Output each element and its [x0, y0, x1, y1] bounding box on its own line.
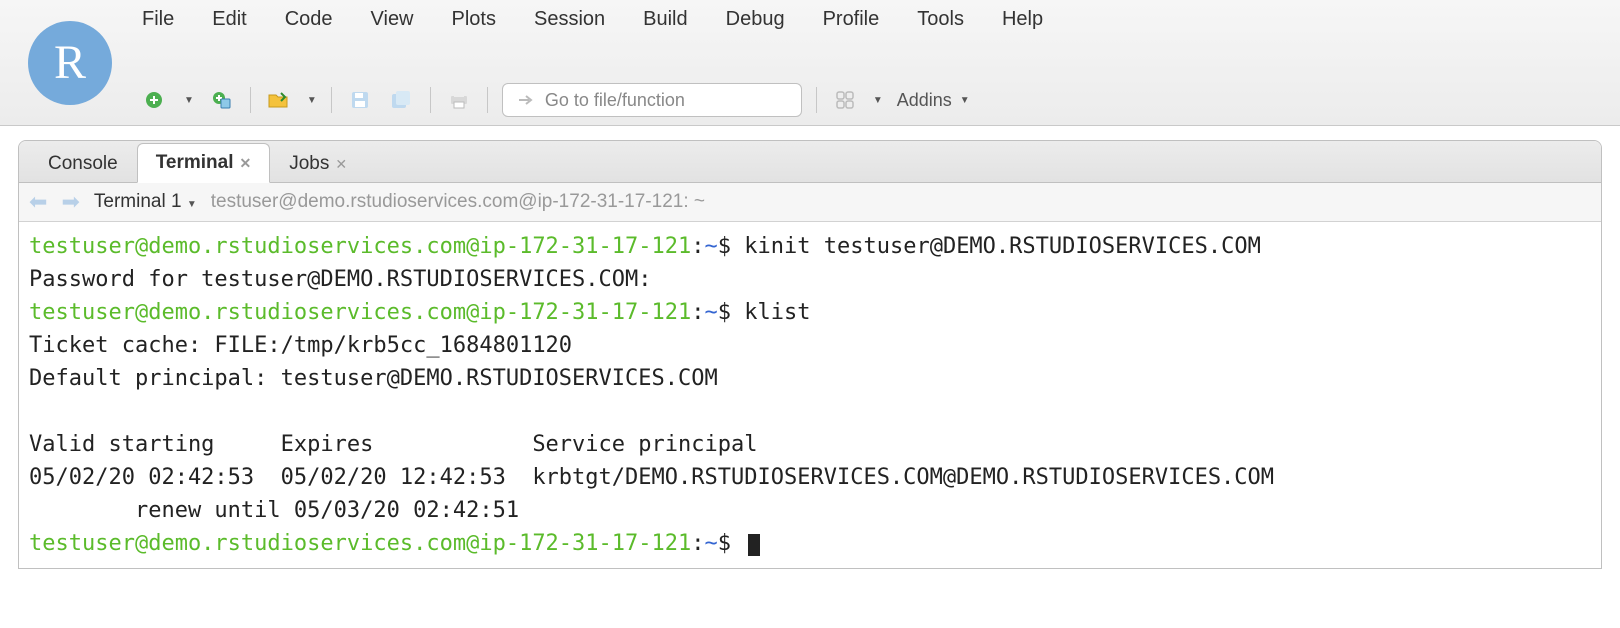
menu-view[interactable]: View [371, 8, 414, 31]
prompt-colon: : [691, 300, 704, 325]
terminal-cmd1: kinit testuser@DEMO.RSTUDIOSERVICES.COM [744, 234, 1261, 259]
menu-help[interactable]: Help [1002, 8, 1043, 31]
save-button[interactable] [346, 86, 374, 114]
grid-dropdown-icon[interactable]: ▼ [873, 95, 883, 106]
new-project-button[interactable] [208, 86, 236, 114]
menu-debug[interactable]: Debug [726, 8, 785, 31]
terminal-line5: Default principal: testuser@DEMO.RSTUDIO… [29, 366, 718, 391]
nav-forward-icon[interactable]: ➡ [61, 189, 79, 215]
chevron-down-icon: ▼ [187, 199, 197, 210]
close-icon[interactable]: ✕ [335, 156, 347, 173]
menu-build[interactable]: Build [643, 8, 687, 31]
toolbar-separator [250, 87, 251, 113]
terminal-output[interactable]: testuser@demo.rstudioservices.com@ip-172… [19, 222, 1601, 568]
goto-arrow-icon [517, 92, 535, 108]
tab-terminal-label: Terminal [156, 152, 234, 174]
terminal-line8: 05/02/20 02:42:53 05/02/20 12:42:53 krbt… [29, 465, 1274, 490]
terminal-selector-label: Terminal 1 [94, 191, 182, 212]
addins-dropdown-icon: ▼ [960, 95, 970, 106]
terminal-line9: renew until 05/03/20 02:42:51 [29, 498, 519, 523]
terminal-selector[interactable]: Terminal 1 ▼ [94, 191, 197, 213]
tab-strip: Console Terminal ✕ Jobs ✕ [19, 141, 1601, 183]
toolbar-separator [816, 87, 817, 113]
terminal-line7: Valid starting Expires Service principal [29, 432, 757, 457]
menu-session[interactable]: Session [534, 8, 605, 31]
prompt-colon: : [691, 531, 704, 556]
new-file-button[interactable] [142, 86, 170, 114]
menu-plots[interactable]: Plots [452, 8, 496, 31]
terminal-cmd2: klist [744, 300, 810, 325]
menu-code[interactable]: Code [285, 8, 333, 31]
addins-label: Addins [897, 90, 952, 111]
goto-placeholder: Go to file/function [545, 90, 685, 111]
addins-menu[interactable]: Addins ▼ [897, 90, 970, 111]
open-file-button[interactable] [265, 86, 293, 114]
prompt-tilde: ~ [705, 531, 718, 556]
toolbar: ▼ ▼ Go to file/function [142, 83, 1043, 117]
menu-file[interactable]: File [142, 8, 174, 31]
menubar: File Edit Code View Plots Session Build … [142, 8, 1043, 31]
prompt-dollar: $ [718, 300, 745, 325]
header: R File Edit Code View Plots Session Buil… [0, 0, 1620, 126]
prompt-user: testuser@demo.rstudioservices.com@ip-172… [29, 531, 691, 556]
terminal-cursor [748, 534, 760, 556]
terminal-line4: Ticket cache: FILE:/tmp/krb5cc_168480112… [29, 333, 572, 358]
prompt-tilde: ~ [705, 300, 718, 325]
toolbar-separator [487, 87, 488, 113]
grid-button[interactable] [831, 86, 859, 114]
save-all-button[interactable] [388, 86, 416, 114]
terminal-line2: Password for testuser@DEMO.RSTUDIOSERVIC… [29, 267, 652, 292]
tab-console[interactable]: Console [29, 144, 137, 183]
prompt-tilde: ~ [705, 234, 718, 259]
bottom-panel: Console Terminal ✕ Jobs ✕ ⬅ ➡ Terminal 1… [18, 140, 1602, 569]
menu-tools[interactable]: Tools [917, 8, 964, 31]
logo-letter: R [54, 35, 86, 90]
terminal-subbar: ⬅ ➡ Terminal 1 ▼ testuser@demo.rstudiose… [19, 183, 1601, 222]
tab-jobs[interactable]: Jobs ✕ [270, 144, 366, 183]
menu-edit[interactable]: Edit [212, 8, 246, 31]
new-file-dropdown-icon[interactable]: ▼ [184, 95, 194, 106]
toolbar-separator [430, 87, 431, 113]
terminal-path: testuser@demo.rstudioservices.com@ip-172… [211, 191, 705, 213]
tab-console-label: Console [48, 153, 118, 175]
tab-jobs-label: Jobs [289, 153, 329, 175]
close-icon[interactable]: ✕ [240, 155, 252, 172]
prompt-user: testuser@demo.rstudioservices.com@ip-172… [29, 234, 691, 259]
prompt-dollar: $ [718, 531, 745, 556]
header-right: File Edit Code View Plots Session Build … [142, 8, 1043, 117]
toolbar-separator [331, 87, 332, 113]
menu-profile[interactable]: Profile [823, 8, 880, 31]
goto-file-function-input[interactable]: Go to file/function [502, 83, 802, 117]
prompt-colon: : [691, 234, 704, 259]
prompt-dollar: $ [718, 234, 745, 259]
nav-back-icon[interactable]: ⬅ [29, 189, 47, 215]
tab-terminal[interactable]: Terminal ✕ [137, 143, 271, 183]
rstudio-logo: R [28, 21, 112, 105]
prompt-user: testuser@demo.rstudioservices.com@ip-172… [29, 300, 691, 325]
print-button[interactable] [445, 86, 473, 114]
open-file-dropdown-icon[interactable]: ▼ [307, 95, 317, 106]
